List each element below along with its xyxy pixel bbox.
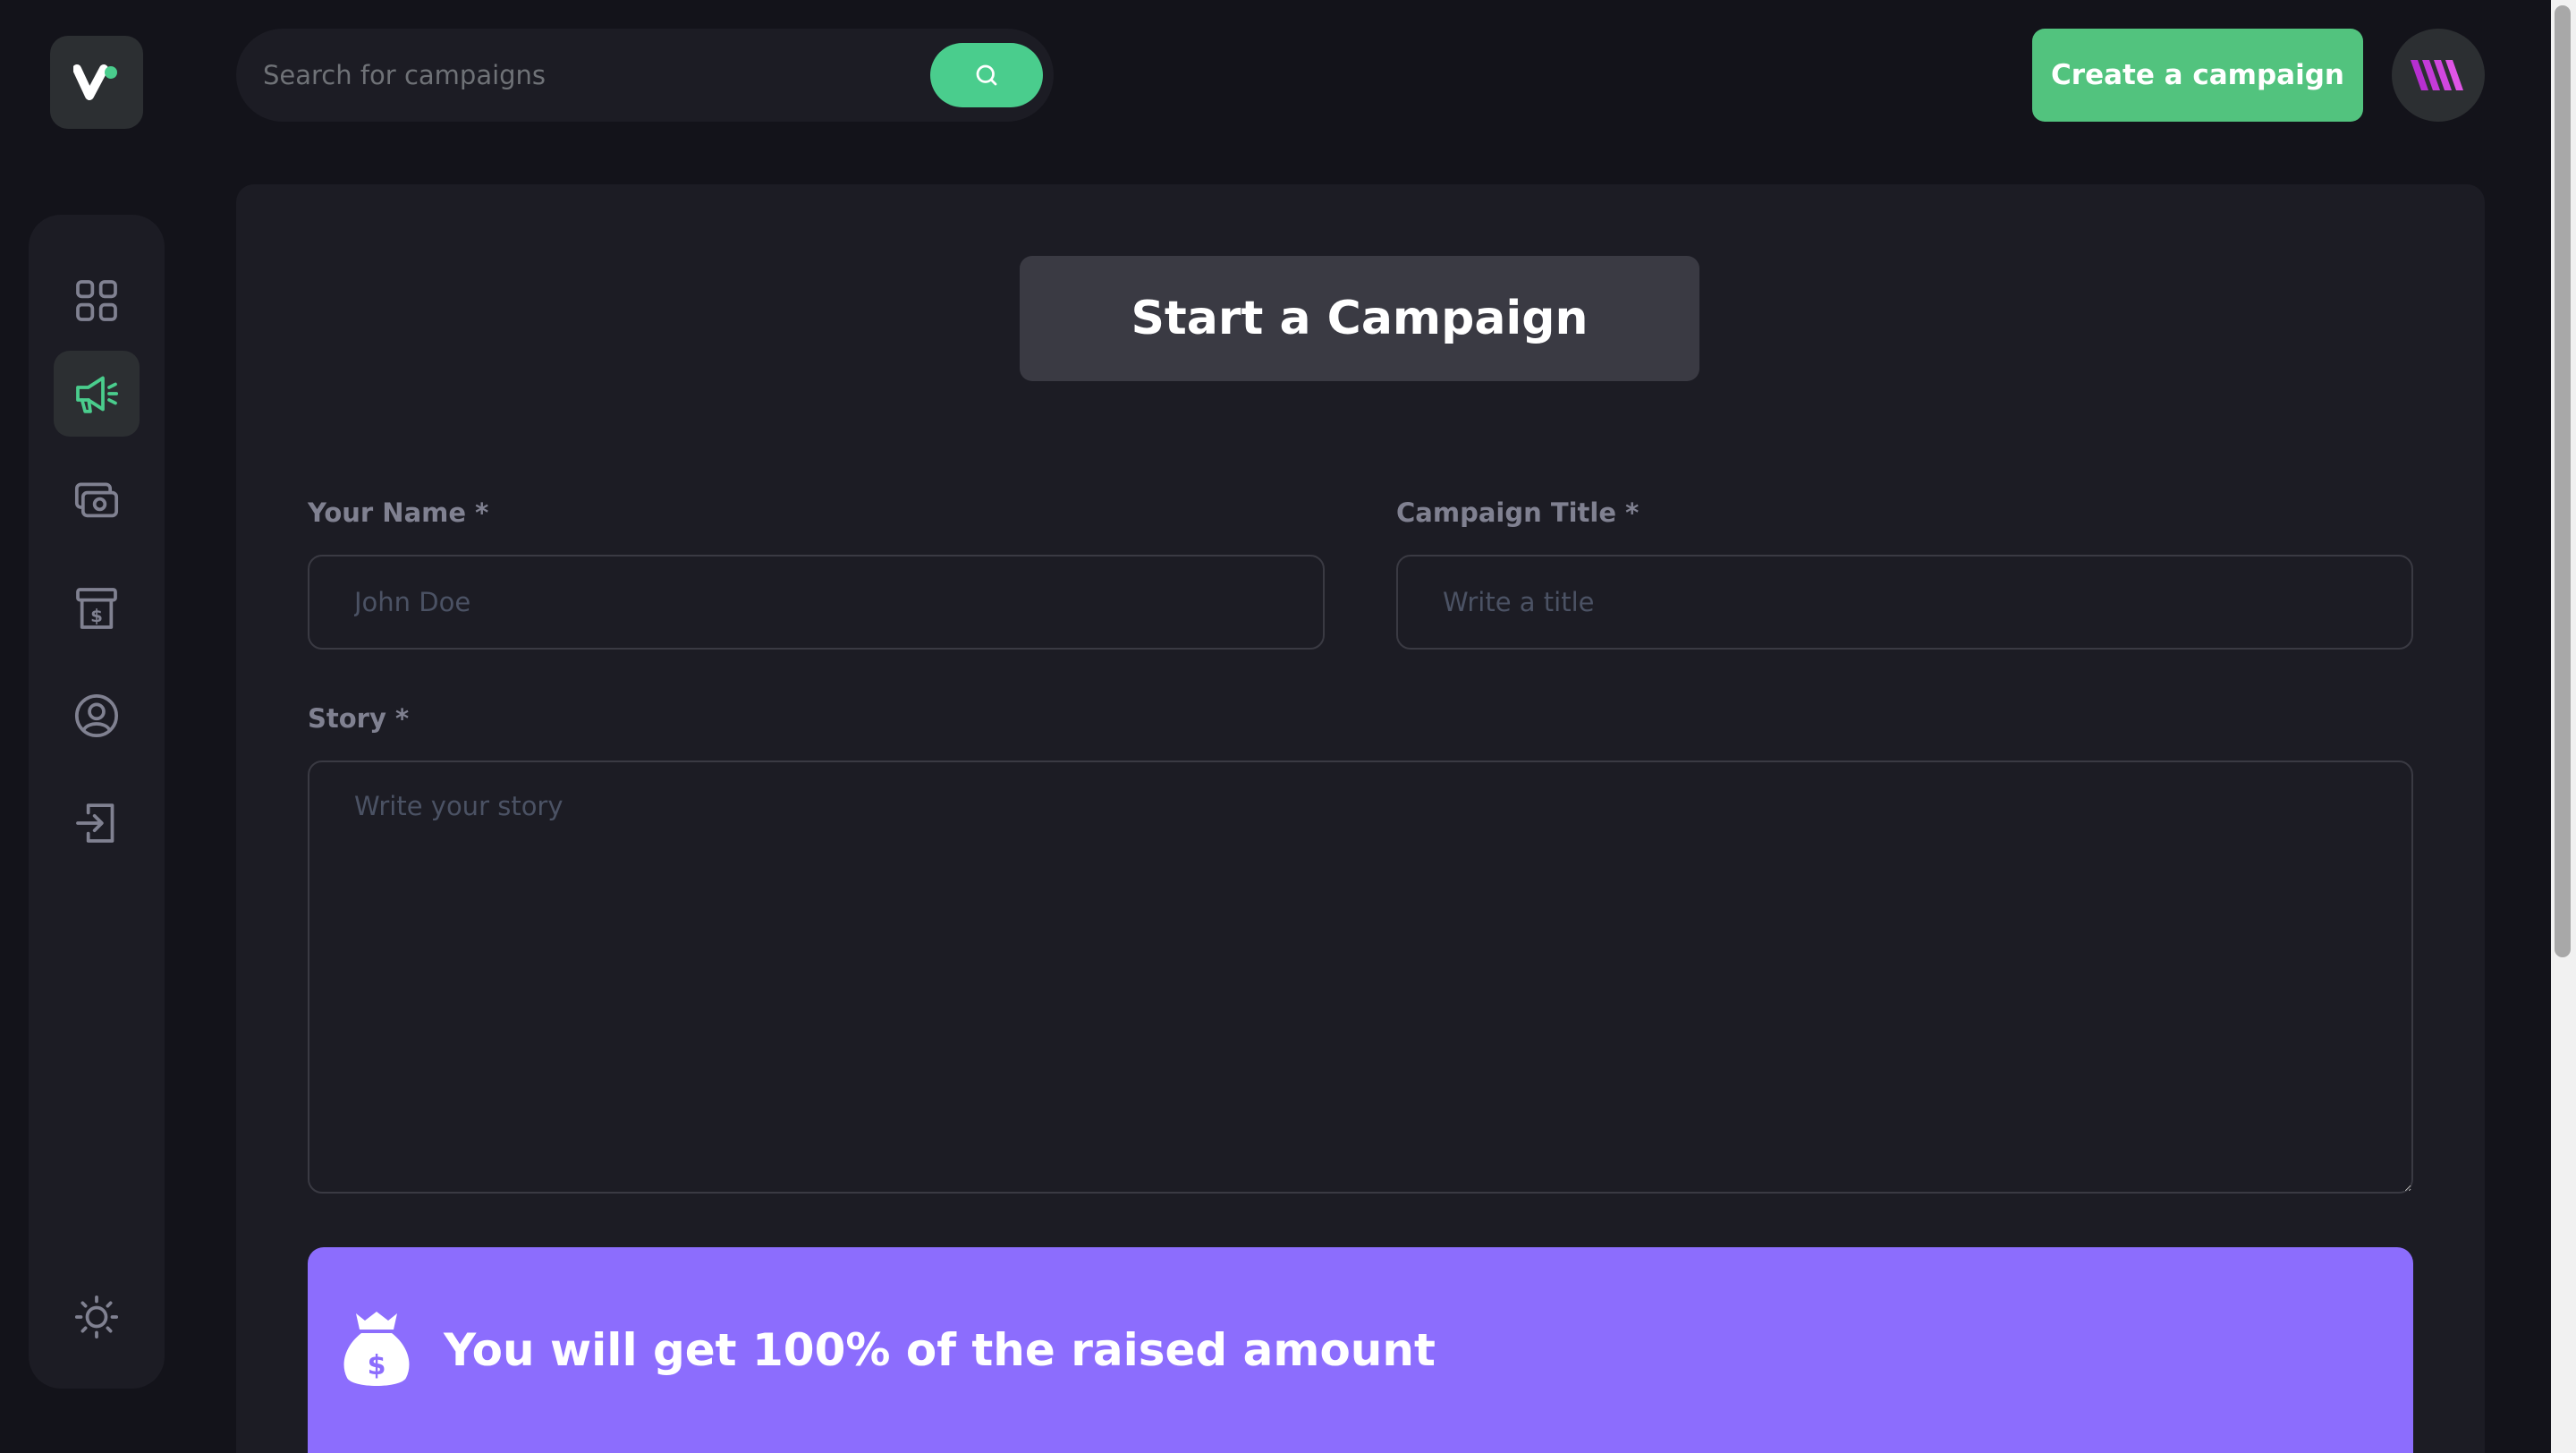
sidebar-item-profile[interactable] [54,673,140,759]
sidebar-item-logout[interactable] [54,780,140,866]
campaign-title-label: Campaign Title * [1396,497,1640,528]
story-field[interactable] [308,760,2413,1194]
sidebar-item-withdraw[interactable]: $ [54,565,140,651]
info-banner: $ You will get 100% of the raised amount [308,1247,2413,1453]
page-title: Start a Campaign [1020,256,1699,381]
withdraw-icon: $ [76,588,117,629]
svg-text:$: $ [90,606,103,626]
scrollbar-thumb[interactable] [2555,5,2571,957]
profile-icon [74,693,119,738]
theme-toggle[interactable] [54,1274,140,1360]
campaign-title-field[interactable] [1396,555,2413,650]
user-logo-icon [2411,60,2463,90]
name-label: Your Name * [308,497,489,528]
create-campaign-button[interactable]: Create a campaign [2032,29,2363,122]
sidebar-item-campaign[interactable] [54,351,140,437]
banner-text: You will get 100% of the raised amount [444,1324,1436,1376]
sun-icon [74,1295,119,1339]
name-field[interactable] [308,555,1325,650]
search-icon [976,64,997,86]
logo-icon [73,64,117,100]
avatar[interactable] [2392,29,2485,122]
sidebar: $ [29,215,165,1389]
logout-icon [76,803,114,843]
story-label: Story * [308,703,410,734]
app-logo[interactable] [50,36,143,129]
dashboard-icon [76,280,117,321]
sidebar-item-payment[interactable] [54,458,140,544]
money-bag-icon: $ [343,1312,410,1386]
payment-icon [74,482,119,518]
search-button[interactable] [930,43,1043,107]
search-input[interactable] [263,29,907,122]
megaphone-icon [76,376,119,413]
svg-text:$: $ [368,1350,386,1381]
search-bar [236,29,1054,122]
sidebar-item-dashboard[interactable] [54,258,140,344]
